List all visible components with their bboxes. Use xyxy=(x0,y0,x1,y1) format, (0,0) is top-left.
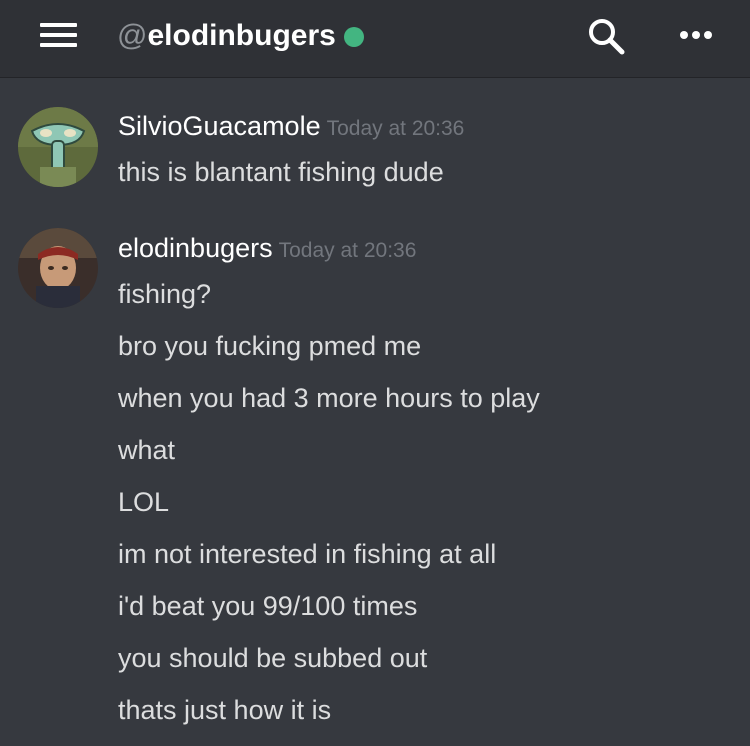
squidward-avatar[interactable] xyxy=(18,107,98,187)
message-text: this is blantant fishing dude xyxy=(118,157,444,187)
message-timestamp: Today at 20:36 xyxy=(278,239,417,262)
avatar-image xyxy=(18,107,98,187)
message-text: what xyxy=(118,435,176,465)
message-header: SilvioGuacamole Today at 20:36 xyxy=(118,106,464,146)
menu-line xyxy=(40,43,77,47)
message-text: you should be subbed out xyxy=(118,643,428,673)
dot xyxy=(680,31,688,39)
at-symbol: @ xyxy=(117,19,148,52)
dm-username: elodinbugers xyxy=(147,19,336,52)
message-text: thats just how it is xyxy=(118,695,332,725)
top-bar: @elodinbugers xyxy=(0,0,750,78)
message-text: fishing? xyxy=(118,279,212,309)
avatar-image xyxy=(18,228,98,308)
author-name[interactable]: SilvioGuacamole xyxy=(118,111,321,141)
more-options-icon[interactable] xyxy=(676,22,716,46)
online-status-dot xyxy=(343,27,364,47)
message-text: i'd beat you 99/100 times xyxy=(118,591,418,621)
message-text: im not interested in fishing at all xyxy=(118,539,497,569)
dot xyxy=(692,31,700,39)
message-text: bro you fucking pmed me xyxy=(118,331,422,361)
hamburger-menu-icon[interactable] xyxy=(40,23,77,47)
message-list[interactable]: SilvioGuacamole Today at 20:36 this is bl… xyxy=(0,79,750,746)
menu-line xyxy=(40,33,77,37)
user-photo-avatar[interactable] xyxy=(18,228,98,308)
dot xyxy=(704,31,712,39)
message-timestamp: Today at 20:36 xyxy=(326,117,465,140)
search-icon[interactable] xyxy=(586,16,630,56)
channel-title: @elodinbugers xyxy=(117,18,364,54)
message-text: when you had 3 more hours to play xyxy=(118,383,540,413)
message-header: elodinbugers Today at 20:36 xyxy=(118,228,416,268)
message-text: LOL xyxy=(118,487,170,517)
menu-line xyxy=(40,23,77,27)
author-name[interactable]: elodinbugers xyxy=(118,233,273,263)
search-icon-graphic xyxy=(589,19,625,55)
